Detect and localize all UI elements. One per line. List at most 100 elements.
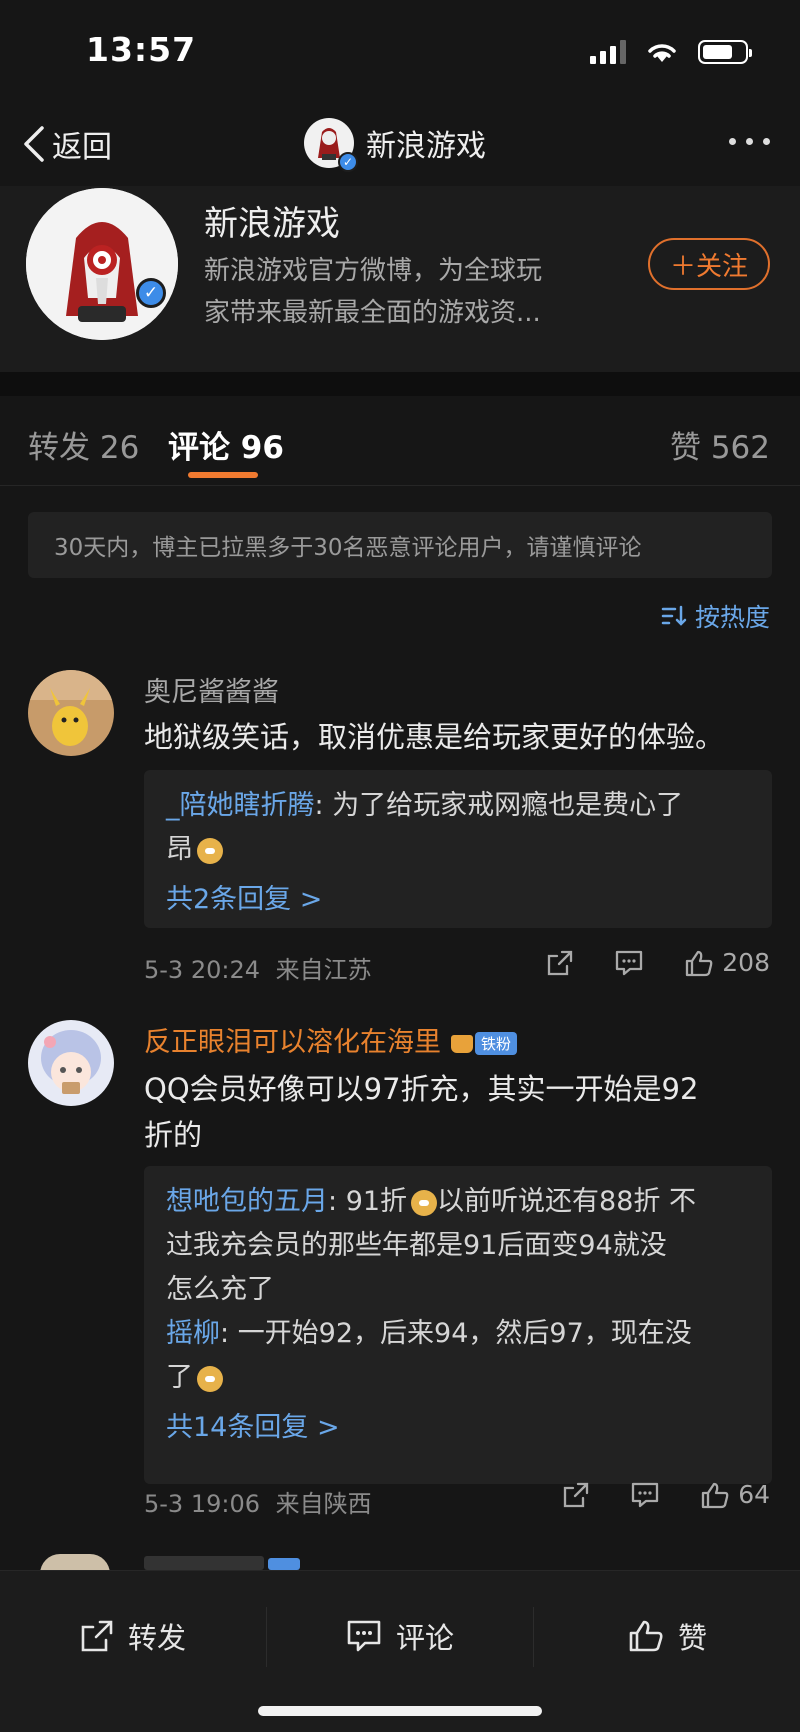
comment-actions: 208 (546, 948, 770, 977)
active-tab-indicator (188, 472, 258, 478)
reply-button[interactable] (630, 1481, 660, 1509)
reply-item: 想吔包的五月: 91折 以前听说还有88折 不 (166, 1186, 696, 1217)
bottom-divider (266, 1607, 267, 1667)
section-divider (0, 372, 800, 396)
verified-icon: ✓ (338, 152, 358, 172)
like-count: 64 (738, 1480, 770, 1509)
cellular-signal-icon (590, 40, 626, 64)
more-replies-link[interactable]: 共2条回复 > (166, 878, 750, 922)
share-icon (548, 950, 573, 975)
sort-label: 按热度 (694, 603, 770, 632)
like-count: 208 (722, 948, 770, 977)
doge-emoji-icon (197, 1365, 223, 1392)
fan-badge: 铁粉 (451, 1032, 518, 1055)
comment-icon (616, 950, 643, 975)
bottom-like-button[interactable]: 赞 (628, 1615, 707, 1657)
tab-bar: 转发 26 评论 96 赞 562 (0, 396, 800, 486)
assassin-mascot-icon (26, 188, 178, 340)
reply-text: 91折 (345, 1186, 408, 1217)
profile-avatar[interactable] (26, 188, 178, 340)
comment-meta: 5-3 20:24 来自江苏 (144, 950, 372, 985)
status-bar: 13:57 (0, 0, 800, 100)
comment-text-line: QQ会员好像可以97折充，其实一开始是92 (144, 1072, 699, 1106)
comment-username-partial (144, 1556, 264, 1570)
status-time: 13:57 (86, 30, 197, 69)
reply-username[interactable]: 摇柳 (166, 1318, 220, 1349)
back-button[interactable]: 返回 (22, 122, 112, 166)
comment-username[interactable]: 奥尼酱酱酱 (144, 670, 279, 709)
reply-box[interactable]: 想吔包的五月: 91折 以前听说还有88折 不 过我充会员的那些年都是91后面变9… (144, 1166, 772, 1484)
back-label: 返回 (52, 130, 112, 165)
tab-likes[interactable]: 赞 562 (670, 422, 770, 467)
bottom-divider (533, 1607, 534, 1667)
comment-username[interactable]: 反正眼泪可以溶化在海里 铁粉 (144, 1020, 518, 1059)
like-button[interactable]: 64 (700, 1480, 770, 1509)
verified-icon: ✓ (136, 278, 166, 308)
nav-title: 新浪游戏 (366, 129, 486, 164)
like-button[interactable]: 208 (684, 948, 770, 977)
reply-text: 过我充会员的那些年都是91后面变94就没 (166, 1230, 667, 1261)
bottom-like-label: 赞 (678, 1621, 708, 1655)
reply-text: 以前听说还有88折 不 (437, 1186, 696, 1217)
status-icons (590, 40, 752, 64)
profile-desc-line: 新浪游戏官方微博，为全球玩 (204, 256, 543, 286)
thumbs-up-icon (629, 1620, 663, 1652)
reply-item-cont: 昂 (166, 828, 750, 872)
fan-badge-label: 铁粉 (475, 1032, 518, 1055)
sort-icon (661, 605, 687, 626)
chevron-left-icon (24, 126, 44, 162)
doge-emoji-icon (197, 837, 223, 864)
comment-actions: 64 (562, 1480, 770, 1509)
comment-time: 5-3 19:06 (144, 1490, 260, 1518)
share-button[interactable] (562, 1481, 590, 1509)
comment-location: 来自陕西 (275, 1490, 372, 1518)
reply-text: 昂 (166, 834, 193, 865)
nav-avatar: ✓ (304, 118, 358, 172)
anime-girl-avatar-icon (28, 1020, 114, 1106)
reply-text: 了 (166, 1362, 193, 1393)
profile-desc-line: 家带来最新最全面的游戏资... (204, 298, 541, 328)
reply-button[interactable] (614, 949, 644, 977)
reply-username[interactable]: _陪她瞎折腾 (166, 790, 315, 821)
battery-icon (698, 40, 752, 64)
comment-icon (347, 1620, 381, 1652)
home-indicator[interactable] (258, 1706, 542, 1716)
share-button[interactable] (546, 949, 574, 977)
comment-username-text: 反正眼泪可以溶化在海里 (144, 1027, 441, 1058)
tab-repost[interactable]: 转发 26 (28, 422, 139, 467)
commenter-avatar[interactable] (28, 670, 114, 756)
tab-comments[interactable]: 评论 96 (168, 422, 284, 467)
thumbs-up-icon (686, 950, 713, 976)
thumbs-up-icon (702, 1482, 729, 1508)
bottom-comment-button[interactable]: 评论 (346, 1615, 454, 1657)
profile-name: 新浪游戏 (204, 204, 340, 244)
sort-button[interactable]: 按热度 (661, 598, 770, 634)
crown-icon (451, 1034, 473, 1053)
bottom-repost-button[interactable]: 转发 (80, 1615, 186, 1657)
share-icon (564, 1482, 589, 1507)
fan-badge-partial (268, 1558, 300, 1570)
wifi-icon (648, 44, 676, 62)
profile-description: 新浪游戏官方微博，为全球玩 家带来最新最全面的游戏资... (204, 250, 584, 334)
profile-card[interactable]: ✓ 新浪游戏 新浪游戏官方微博，为全球玩 家带来最新最全面的游戏资... ＋关注 (0, 186, 800, 372)
nav-account[interactable]: ✓ 新浪游戏 (304, 118, 486, 172)
more-replies-link[interactable]: 共14条回复 > (166, 1406, 750, 1450)
comment-icon (632, 1482, 659, 1507)
reply-username[interactable]: 想吔包的五月 (166, 1186, 328, 1217)
reply-item: _陪她瞎折腾: 为了给玩家戒网瘾也是费心了 (166, 790, 684, 821)
comment-notice: 30天内，博主已拉黑多于30名恶意评论用户，请谨慎评论 (28, 512, 772, 578)
comment-meta: 5-3 19:06 来自陕西 (144, 1484, 372, 1519)
comment-text: QQ会员好像可以97折充，其实一开始是92 折的 (144, 1066, 764, 1158)
commenter-avatar[interactable] (28, 1020, 114, 1106)
comment-time: 5-3 20:24 (144, 956, 260, 984)
more-dots-icon[interactable] (729, 138, 770, 145)
comment-location: 来自江苏 (275, 956, 372, 984)
bottom-repost-label: 转发 (128, 1621, 187, 1655)
reply-text: 怎么充了 (166, 1274, 274, 1305)
reply-text: 为了给玩家戒网瘾也是费心了 (332, 790, 684, 821)
follow-button[interactable]: ＋关注 (648, 238, 770, 290)
nav-bar: 返回 ✓ 新浪游戏 (0, 100, 800, 186)
share-icon (81, 1620, 113, 1652)
tab-divider (0, 485, 800, 486)
reply-box[interactable]: _陪她瞎折腾: 为了给玩家戒网瘾也是费心了 昂 共2条回复 > (144, 770, 772, 928)
